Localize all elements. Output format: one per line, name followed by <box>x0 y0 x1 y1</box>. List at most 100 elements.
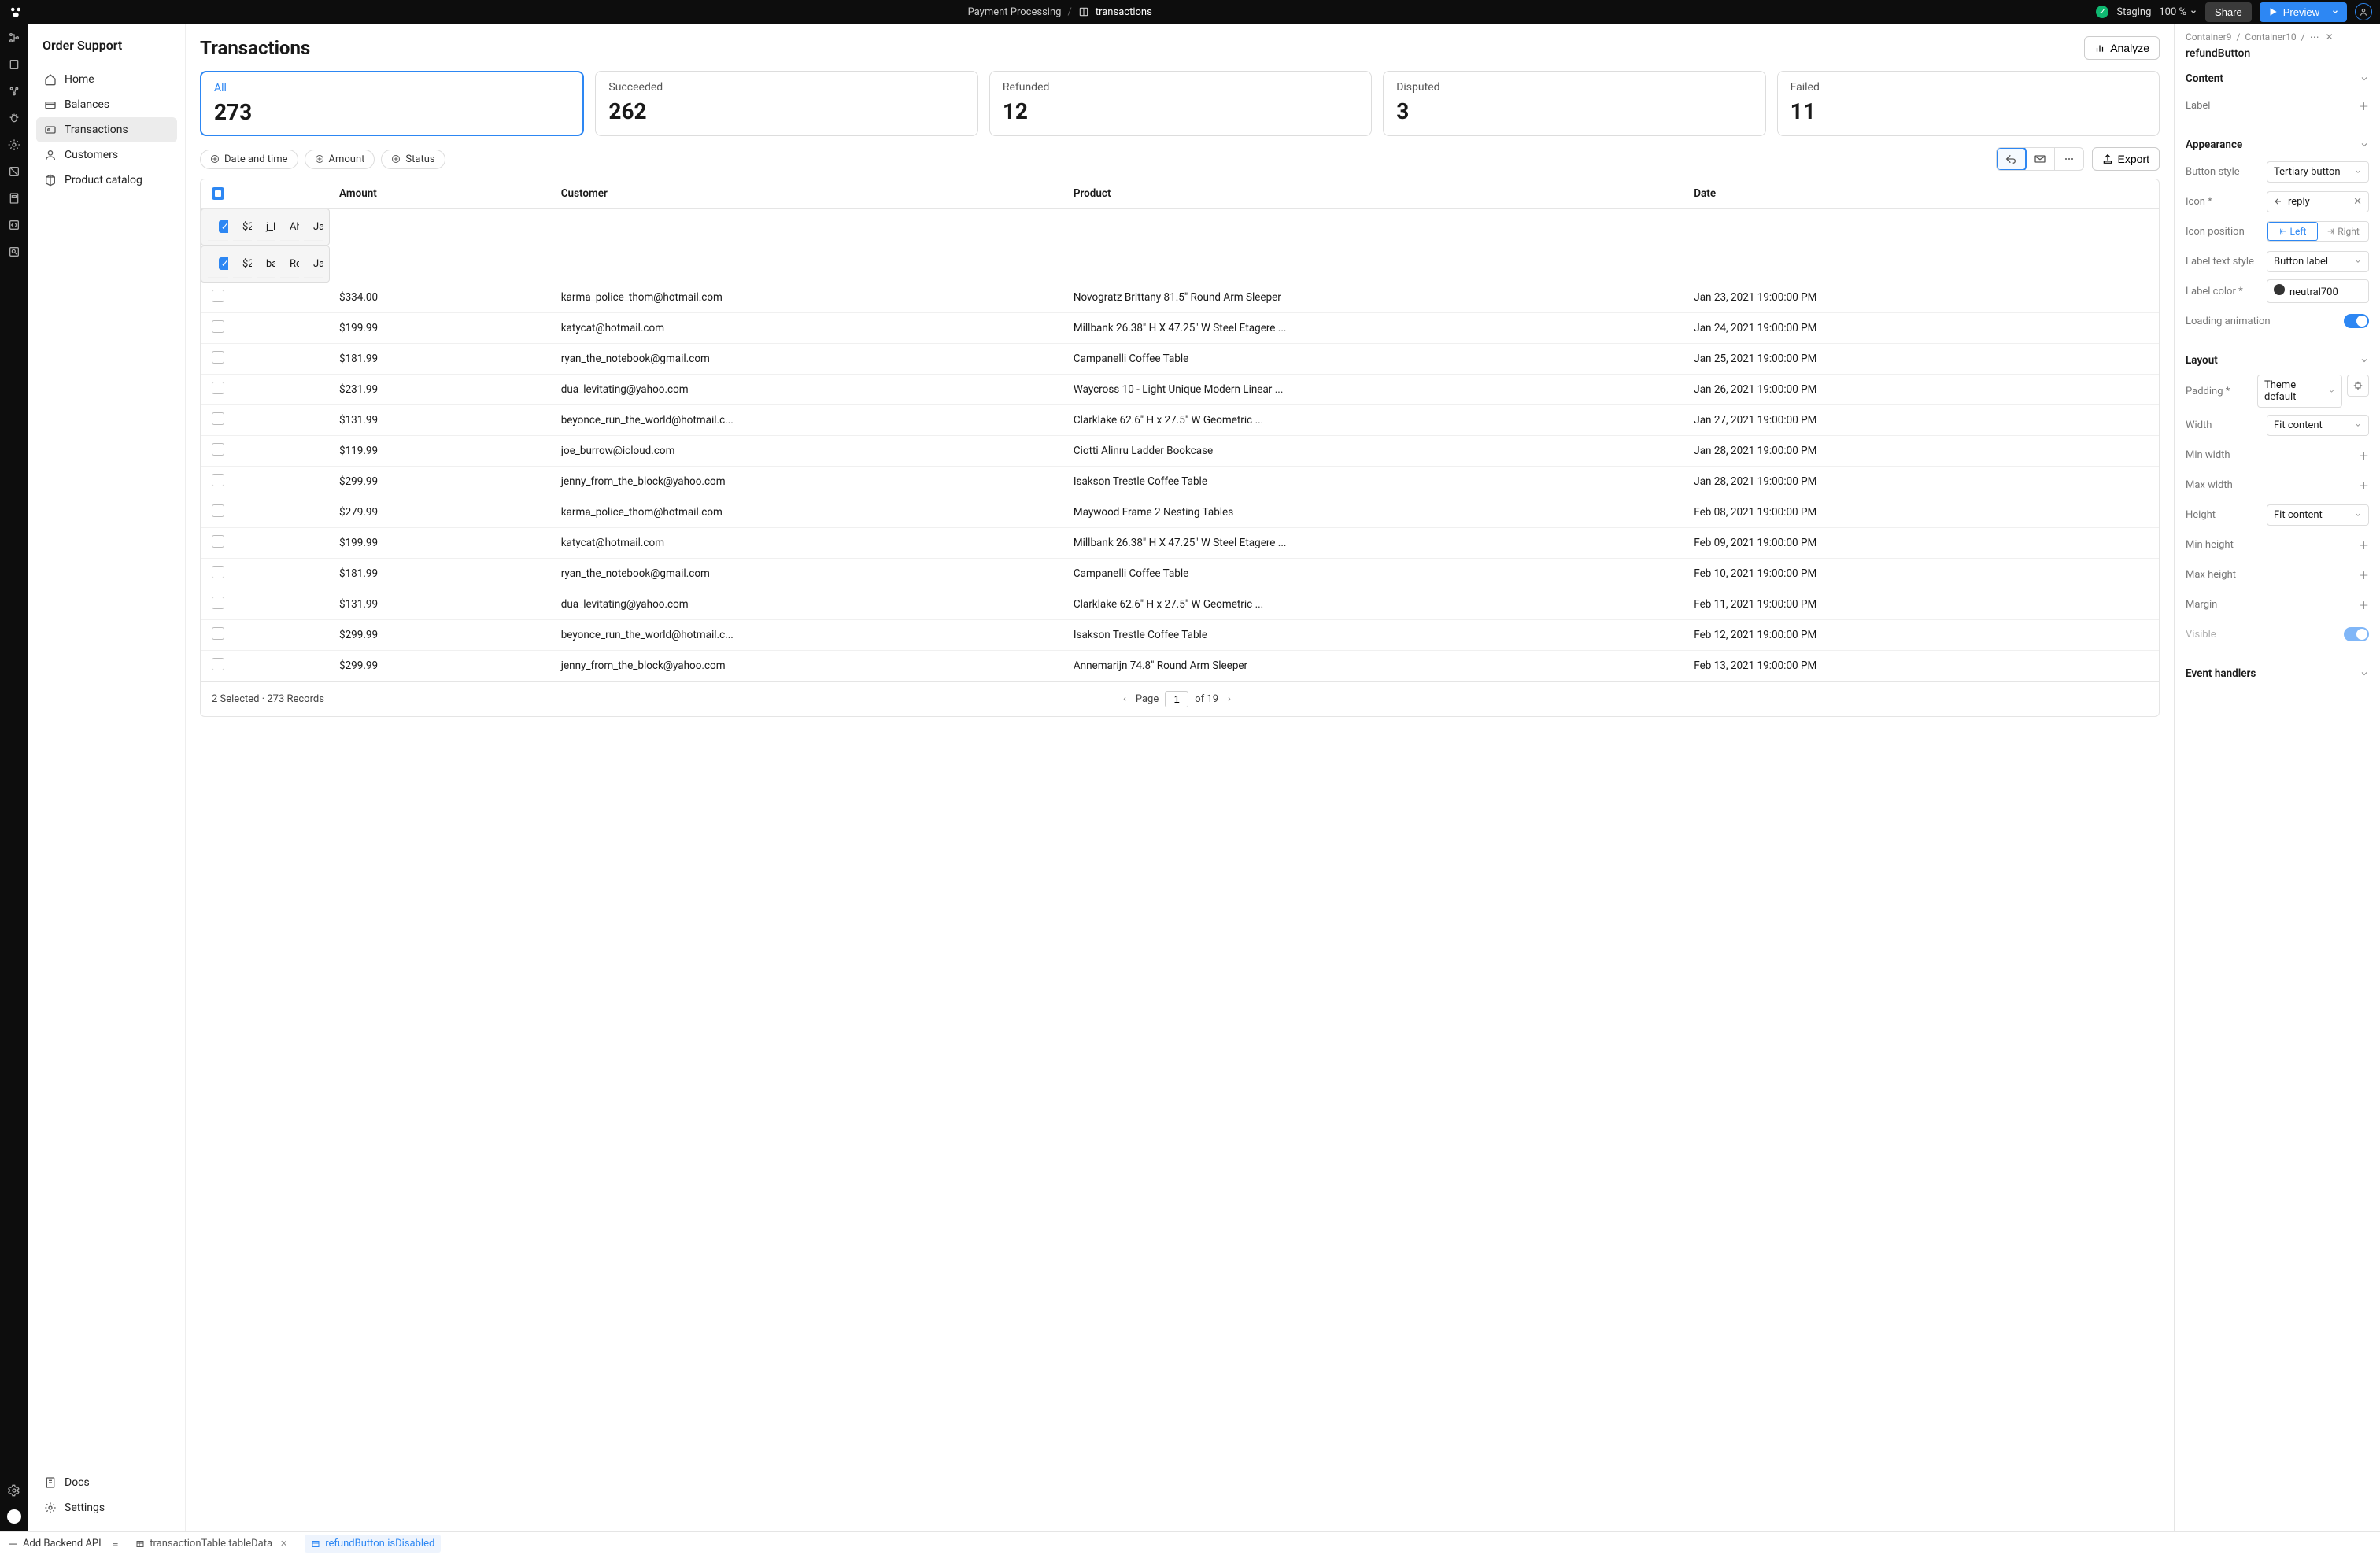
menu-icon[interactable]: ≡ <box>113 1538 119 1550</box>
rail-debug-icon[interactable] <box>6 110 22 126</box>
share-button[interactable]: Share <box>2205 2 2252 22</box>
table-row[interactable]: $199.99katycat@hotmail.comMillbank 26.38… <box>201 313 2159 344</box>
add-max-height[interactable]: ＋ <box>2359 567 2369 582</box>
table-row[interactable]: $279.99karma_police_thom@hotmail.comMayw… <box>201 497 2159 528</box>
add-min-height[interactable]: ＋ <box>2359 537 2369 552</box>
rail-code-icon[interactable] <box>6 217 22 233</box>
section-appearance[interactable]: Appearance <box>2186 139 2369 151</box>
chevron-down-icon[interactable] <box>2326 8 2339 16</box>
stat-card-disputed[interactable]: Disputed3 <box>1383 71 1765 136</box>
table-row[interactable]: $119.99joe_burrow@icloud.comCiotti Alinr… <box>201 436 2159 467</box>
row-checkbox[interactable] <box>212 351 224 364</box>
row-checkbox[interactable] <box>212 535 224 548</box>
loading-toggle[interactable] <box>2344 314 2369 328</box>
rail-tree-icon[interactable] <box>6 30 22 46</box>
more-actions-button[interactable] <box>2055 148 2083 170</box>
breadcrumb-app[interactable]: Payment Processing <box>968 6 1062 18</box>
add-min-width[interactable]: ＋ <box>2359 448 2369 463</box>
padding-select[interactable]: Theme default <box>2257 375 2342 408</box>
row-checkbox[interactable] <box>212 290 224 302</box>
table-row[interactable]: ✓$280.97j_law@hotmail.comAhart Frame Cof… <box>201 209 330 246</box>
row-checkbox[interactable] <box>212 443 224 456</box>
rail-chat-icon[interactable] <box>7 1509 21 1524</box>
row-checkbox[interactable]: ✓ <box>219 257 228 270</box>
row-checkbox[interactable]: ✓ <box>219 220 228 233</box>
nav-balances[interactable]: Balances <box>36 92 177 117</box>
rail-settings-icon[interactable] <box>6 1483 22 1498</box>
add-max-width[interactable]: ＋ <box>2359 478 2369 493</box>
clear-icon[interactable]: ✕ <box>2353 196 2362 208</box>
stat-card-all[interactable]: All273 <box>200 71 584 136</box>
table-row[interactable]: $299.99beyonce_run_the_world@hotmail.c..… <box>201 620 2159 651</box>
close-tab-icon[interactable]: ✕ <box>280 1538 287 1549</box>
row-checkbox[interactable] <box>212 412 224 425</box>
stat-card-succeeded[interactable]: Succeeded262 <box>595 71 978 136</box>
filter-chip-amount[interactable]: Amount <box>305 150 375 169</box>
row-checkbox[interactable] <box>212 474 224 486</box>
table-row[interactable]: $199.99katycat@hotmail.comMillbank 26.38… <box>201 528 2159 559</box>
rail-state-icon[interactable] <box>6 83 22 99</box>
stat-card-refunded[interactable]: Refunded12 <box>989 71 1372 136</box>
more-icon[interactable]: ⋯ <box>2310 31 2319 42</box>
table-row[interactable]: $231.99dua_levitating@yahoo.comWaycross … <box>201 375 2159 405</box>
table-row[interactable]: ✓$249.99bad_guy@gmail.comRenna Frame Cof… <box>201 246 330 283</box>
nav-docs[interactable]: Docs <box>36 1470 177 1495</box>
page-input[interactable] <box>1165 691 1188 707</box>
preview-button[interactable]: Preview <box>2260 2 2347 22</box>
env-label[interactable]: Staging <box>2116 6 2151 18</box>
page-next[interactable]: › <box>1225 690 1234 708</box>
analyze-button[interactable]: Analyze <box>2084 36 2160 60</box>
col-date[interactable]: Date <box>1684 179 2159 209</box>
nav-transactions[interactable]: Transactions <box>36 117 177 142</box>
width-select[interactable]: Fit content <box>2267 415 2369 436</box>
filter-chip-status[interactable]: Status <box>381 150 445 169</box>
col-amount[interactable]: Amount <box>330 179 552 209</box>
table-row[interactable]: $334.00karma_police_thom@hotmail.comNovo… <box>201 283 2159 313</box>
bottom-tab-refund-disabled[interactable]: refundButton.isDisabled <box>305 1535 441 1553</box>
rail-search-icon[interactable] <box>6 244 22 260</box>
col-product[interactable]: Product <box>1064 179 1684 209</box>
section-content[interactable]: Content <box>2186 72 2369 85</box>
select-all-checkbox[interactable] <box>212 187 224 200</box>
rail-page-icon[interactable] <box>6 57 22 72</box>
rail-gear-icon[interactable] <box>6 137 22 153</box>
breadcrumb-page[interactable]: transactions <box>1096 6 1152 18</box>
icon-pos-left[interactable]: Left <box>2267 222 2318 241</box>
add-label-button[interactable]: ＋ <box>2359 98 2369 113</box>
stat-card-failed[interactable]: Failed11 <box>1777 71 2160 136</box>
nav-product-catalog[interactable]: Product catalog <box>36 168 177 193</box>
email-button[interactable] <box>2026 148 2055 170</box>
table-row[interactable]: $181.99ryan_the_notebook@gmail.comCampan… <box>201 559 2159 589</box>
crumb-item[interactable]: Container9 <box>2186 31 2231 42</box>
table-row[interactable]: $131.99dua_levitating@yahoo.comClarklake… <box>201 589 2159 620</box>
label-text-style-select[interactable]: Button label <box>2267 251 2369 272</box>
section-event-handlers[interactable]: Event handlers <box>2186 667 2369 680</box>
icon-position-toggle[interactable]: LeftRight <box>2267 221 2369 242</box>
icon-pos-right[interactable]: Right <box>2318 222 2368 241</box>
table-row[interactable]: $299.99jenny_from_the_block@yahoo.comIsa… <box>201 467 2159 497</box>
height-select[interactable]: Fit content <box>2267 504 2369 526</box>
row-checkbox[interactable] <box>212 382 224 394</box>
page-prev[interactable]: ‹ <box>1120 690 1129 708</box>
nav-customers[interactable]: Customers <box>36 142 177 168</box>
row-checkbox[interactable] <box>212 320 224 333</box>
refund-button[interactable] <box>1997 148 2026 170</box>
rail-theme-icon[interactable] <box>6 164 22 179</box>
component-name[interactable]: refundButton <box>2186 47 2369 60</box>
visible-toggle[interactable] <box>2344 627 2369 641</box>
icon-input[interactable]: reply✕ <box>2267 191 2369 212</box>
nav-settings[interactable]: Settings <box>36 1495 177 1520</box>
table-row[interactable]: $181.99ryan_the_notebook@gmail.comCampan… <box>201 344 2159 375</box>
filter-chip-date-and-time[interactable]: Date and time <box>200 150 298 169</box>
export-button[interactable]: Export <box>2092 147 2160 171</box>
row-checkbox[interactable] <box>212 597 224 609</box>
padding-expand-button[interactable] <box>2347 375 2369 397</box>
add-margin[interactable]: ＋ <box>2359 597 2369 612</box>
logo-icon[interactable] <box>8 4 24 20</box>
crumb-item[interactable]: Container10 <box>2245 31 2296 42</box>
user-avatar[interactable] <box>2355 3 2372 20</box>
rail-components-icon[interactable] <box>6 190 22 206</box>
button-style-select[interactable]: Tertiary button <box>2267 161 2369 183</box>
nav-home[interactable]: Home <box>36 67 177 92</box>
row-checkbox[interactable] <box>212 504 224 517</box>
